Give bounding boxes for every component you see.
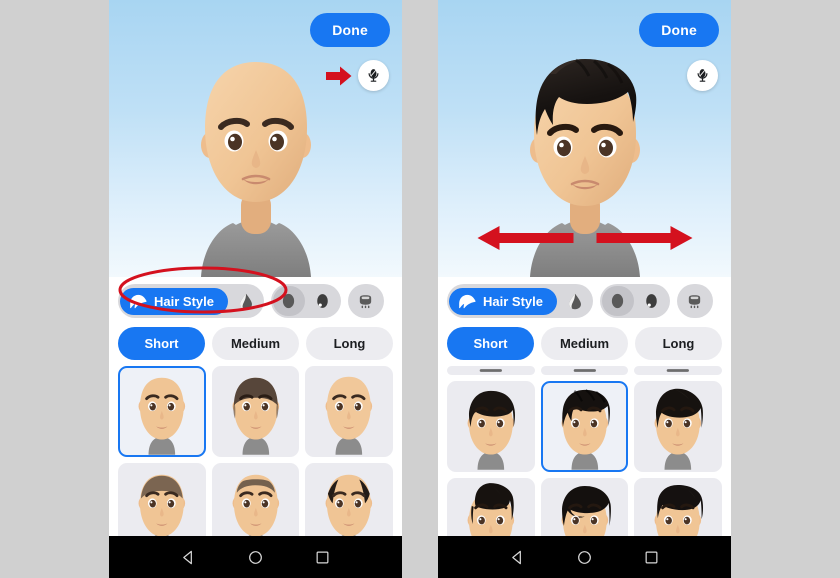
- category-bar: Hair Style: [109, 277, 402, 324]
- glasses-icon: [689, 294, 701, 308]
- hairstyle-grid: [438, 381, 731, 536]
- tab-long[interactable]: Long: [306, 327, 393, 360]
- category-group-secondary: [270, 284, 341, 318]
- category-group-tertiary: [347, 284, 384, 318]
- hairstyle-thumb-spiky-short: [561, 389, 610, 470]
- hair-icon: [130, 294, 147, 308]
- eyebrows-button[interactable]: [601, 286, 634, 316]
- avatar-illustration: [529, 58, 640, 277]
- tab-medium[interactable]: Medium: [541, 327, 628, 360]
- hair-style-label: Hair Style: [154, 293, 214, 309]
- avatar-figure-bald: [161, 42, 351, 277]
- hairstyle-cell[interactable]: [305, 366, 393, 457]
- eyebrow-oval-icon: [612, 293, 624, 309]
- hairstyle-thumb-none-2: [325, 376, 373, 455]
- length-tab-row: Short Medium Long: [438, 324, 731, 366]
- tab-short[interactable]: Short: [447, 327, 534, 360]
- eyes-button[interactable]: [307, 286, 339, 316]
- eyebrow-oval-icon: [283, 293, 295, 309]
- hairstyle-cell[interactable]: [118, 463, 206, 536]
- avatar-preview: Done: [109, 0, 402, 277]
- eye-oval-icon: [646, 294, 658, 308]
- tab-long[interactable]: Long: [635, 327, 722, 360]
- hairstyle-cell[interactable]: [305, 463, 393, 536]
- avatar-figure-with-hair: [490, 42, 680, 277]
- hair-icon: [459, 294, 476, 308]
- hairstyle-cell[interactable]: [447, 381, 535, 472]
- randomize-button[interactable]: [687, 60, 718, 91]
- hairstyle-cell[interactable]: [211, 463, 300, 536]
- glasses-icon: [360, 294, 372, 308]
- hairstyle-cell[interactable]: [540, 381, 629, 472]
- hairstyle-cell[interactable]: [211, 366, 300, 457]
- microphone-icon: [368, 69, 379, 82]
- glasses-button[interactable]: [679, 286, 711, 316]
- hair-color-droplet-icon: [569, 293, 581, 309]
- tab-medium[interactable]: Medium: [212, 327, 299, 360]
- nav-back-button[interactable]: [510, 550, 525, 565]
- eyes-button[interactable]: [636, 286, 668, 316]
- hairstyle-thumb-partial: [573, 369, 596, 372]
- nav-home-button[interactable]: [248, 550, 263, 565]
- hairstyle-cell[interactable]: [447, 366, 535, 375]
- hairstyle-cell[interactable]: [540, 366, 629, 375]
- hairstyle-cell[interactable]: [634, 366, 722, 375]
- hairstyle-cell[interactable]: [540, 478, 629, 536]
- hairstyle-grid-partial-row: [438, 366, 731, 375]
- length-tab-row: Short Medium Long: [109, 324, 402, 366]
- hairstyle-thumb-partial: [667, 369, 690, 372]
- hair-color-button[interactable]: [559, 286, 591, 316]
- glasses-button[interactable]: [350, 286, 382, 316]
- hairstyle-cell[interactable]: [118, 366, 206, 457]
- randomize-button[interactable]: [358, 60, 389, 91]
- nav-back-button[interactable]: [181, 550, 196, 565]
- hairstyle-thumb-pompadour: [467, 483, 515, 536]
- nav-recents-button[interactable]: [644, 550, 659, 565]
- android-navigation-bar: [109, 536, 402, 578]
- hairstyle-thumb-quiff: [654, 388, 704, 470]
- hairstyle-thumb-wavy-top: [654, 484, 704, 536]
- eyebrows-button[interactable]: [272, 286, 305, 316]
- category-group-primary: Hair Style: [118, 284, 264, 318]
- hair-style-pill[interactable]: Hair Style: [120, 287, 228, 315]
- category-bar: Hair Style: [438, 277, 731, 324]
- microphone-icon: [697, 69, 708, 82]
- avatar-editor-panel: Hair Style Short Medium Long: [438, 277, 731, 536]
- avatar-preview: Done: [438, 0, 731, 277]
- nav-recents-button[interactable]: [315, 550, 330, 565]
- screenshot-stage: Done Hair Style Short Medium Long Done H…: [0, 0, 840, 578]
- hairstyle-grid: [109, 366, 402, 536]
- hairstyle-thumb-buzz-fade: [232, 377, 279, 455]
- hairstyle-thumb-thin-crop: [138, 474, 186, 536]
- hair-style-label: Hair Style: [483, 293, 543, 309]
- hairstyle-thumb-none: [138, 377, 186, 455]
- hairstyle-cell[interactable]: [447, 478, 535, 536]
- category-group-primary: Hair Style: [447, 284, 593, 318]
- hairstyle-thumb-side-part: [467, 390, 515, 470]
- hairstyle-cell[interactable]: [634, 381, 722, 472]
- tab-short[interactable]: Short: [118, 327, 205, 360]
- hairstyle-thumb-receding: [232, 474, 279, 536]
- hairstyle-thumb-balding: [325, 474, 373, 536]
- avatar-illustration: [200, 62, 311, 277]
- category-group-tertiary: [676, 284, 713, 318]
- phone-screen-after: Done Hair Style Short Medium Long: [438, 0, 731, 578]
- android-navigation-bar: [438, 536, 731, 578]
- hair-color-button[interactable]: [230, 286, 262, 316]
- category-group-secondary: [599, 284, 670, 318]
- hairstyle-thumb-swept-fringe: [561, 485, 611, 536]
- phone-screen-before: Done Hair Style Short Medium Long: [109, 0, 402, 578]
- eye-oval-icon: [317, 294, 329, 308]
- nav-home-button[interactable]: [577, 550, 592, 565]
- hair-style-pill[interactable]: Hair Style: [449, 287, 557, 315]
- hair-color-droplet-icon: [240, 293, 252, 309]
- hairstyle-thumb-partial: [479, 369, 502, 372]
- avatar-editor-panel: Hair Style Short Medium Long: [109, 277, 402, 536]
- hairstyle-cell[interactable]: [634, 478, 722, 536]
